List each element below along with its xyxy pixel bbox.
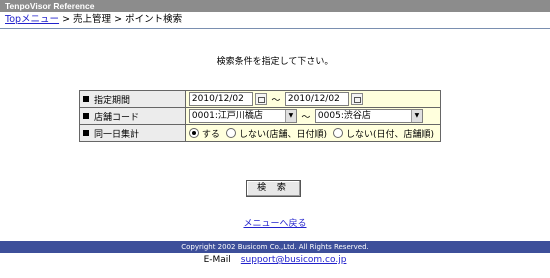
store-label-cell: 店舗コード <box>79 107 186 125</box>
store-value-cell: 0001:江戸川橋店 ▼ ～ 0005:渋谷店 ▼ <box>184 107 442 125</box>
chevron-down-icon[interactable]: ▼ <box>410 110 422 122</box>
search-form-table: 指定期間 2010/12/02 ～ 2010/12/02 店舗コード 0001:江戸… <box>79 90 442 142</box>
app-title-bar: TenpoVisor Reference <box>0 0 550 12</box>
bullet-square-icon <box>83 96 89 102</box>
chevron-down-icon[interactable]: ▼ <box>284 110 296 122</box>
breadcrumb: Topメニュー > 売上管理 > ポイント検索 <box>5 14 182 26</box>
aggregate-label: 同一日集計 <box>94 129 140 140</box>
radio-aggregate-no-store-label: しない(店舗、日付順) <box>238 129 327 140</box>
footer-bar: Copyright 2002 Busicom Co.,Ltd. All Righ… <box>0 241 550 253</box>
breadcrumb-separator: > <box>111 14 126 25</box>
range-separator: ～ <box>271 95 281 106</box>
calendar-icon[interactable] <box>254 93 267 105</box>
store-row: 店舗コード 0001:江戸川橋店 ▼ ～ 0005:渋谷店 ▼ <box>79 107 442 125</box>
contact-line: E-Mail support@busicom.co.jp <box>0 255 550 265</box>
radio-aggregate-yes[interactable] <box>188 128 199 138</box>
period-value-cell: 2010/12/02 ～ 2010/12/02 <box>184 90 442 108</box>
radio-aggregate-no-store[interactable] <box>225 128 236 138</box>
support-email-link[interactable]: support@busicom.co.jp <box>241 255 347 265</box>
bullet-square-icon <box>83 113 89 119</box>
instruction-text: 検索条件を指定して下さい。 <box>216 57 334 67</box>
period-label: 指定期間 <box>94 95 131 106</box>
store-to-select[interactable]: 0005:渋谷店 ▼ <box>314 109 423 123</box>
aggregate-value-cell: する しない(店舗、日付順) しない(日付、店舗順) <box>184 124 442 142</box>
store-label: 店舗コード <box>94 112 140 123</box>
store-from-select[interactable]: 0001:江戸川橋店 ▼ <box>188 109 297 123</box>
radio-aggregate-no-date[interactable] <box>332 128 343 138</box>
breadcrumb-separator: > <box>59 14 74 25</box>
store-to-value: 0005:渋谷店 <box>317 111 371 121</box>
store-from-value: 0001:江戸川橋店 <box>191 111 263 121</box>
app-title: TenpoVisor Reference <box>5 1 95 11</box>
breadcrumb-current: ポイント検索 <box>125 14 183 25</box>
radio-aggregate-yes-label: する <box>201 129 220 140</box>
radio-aggregate-no-date-label: しない(日付、店舗順) <box>345 129 434 140</box>
aggregate-row: 同一日集計 する しない(店舗、日付順) しない(日付、店舗順) <box>79 124 442 142</box>
period-to-input[interactable]: 2010/12/02 <box>284 92 349 106</box>
aggregate-label-cell: 同一日集計 <box>79 124 186 142</box>
calendar-icon[interactable] <box>350 93 363 105</box>
copyright-text: Copyright 2002 Busicom Co.,Ltd. All Righ… <box>181 243 369 251</box>
period-label-cell: 指定期間 <box>79 90 186 108</box>
breadcrumb-section: 売上管理 <box>73 14 112 25</box>
period-from-input[interactable]: 2010/12/02 <box>188 92 253 106</box>
search-button[interactable]: 検 索 <box>246 180 301 197</box>
email-label: E-Mail <box>203 255 231 265</box>
back-to-menu-link[interactable]: メニューへ戻る <box>0 216 550 229</box>
breadcrumb-divider <box>0 28 550 29</box>
range-separator: ～ <box>301 112 311 123</box>
period-row: 指定期間 2010/12/02 ～ 2010/12/02 <box>79 90 442 108</box>
bullet-square-icon <box>83 130 89 136</box>
breadcrumb-home-link[interactable]: Topメニュー <box>5 14 59 25</box>
